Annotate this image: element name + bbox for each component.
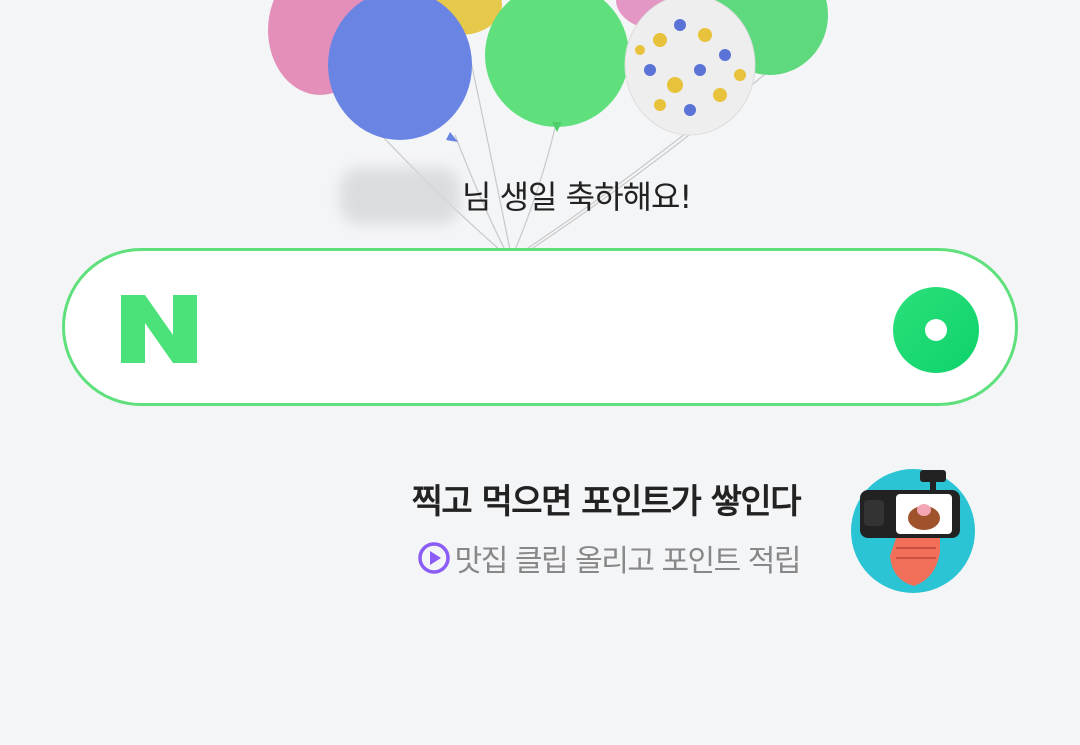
- blue-balloon: [328, 0, 472, 140]
- green-dot-button[interactable]: [893, 287, 979, 373]
- promo-title: 찍고 먹으면 포인트가 쌓인다: [411, 482, 802, 522]
- naver-logo-icon[interactable]: [121, 295, 197, 363]
- green-balloon: [485, 0, 629, 127]
- blurred-username: [340, 168, 460, 224]
- greeting-text: 님 생일 축하해요!: [462, 178, 692, 216]
- vlog-camera-icon: [851, 469, 975, 593]
- promo-subtitle: 맛집 클립 올리고 포인트 적립: [417, 536, 802, 580]
- birthday-greeting: 님 생일 축하해요!: [330, 160, 770, 230]
- promo-banner[interactable]: 찍고 먹으면 포인트가 쌓인다 맛집 클립 올리고 포인트 적립: [300, 468, 1000, 593]
- green-dot-icon: [925, 319, 947, 341]
- search-bar[interactable]: [62, 248, 1018, 406]
- confetti-balloon: [624, 0, 756, 136]
- search-input[interactable]: [225, 291, 869, 369]
- promo-subtitle-text: 맛집 클립 올리고 포인트 적립: [454, 544, 802, 579]
- clip-play-icon: [417, 542, 450, 574]
